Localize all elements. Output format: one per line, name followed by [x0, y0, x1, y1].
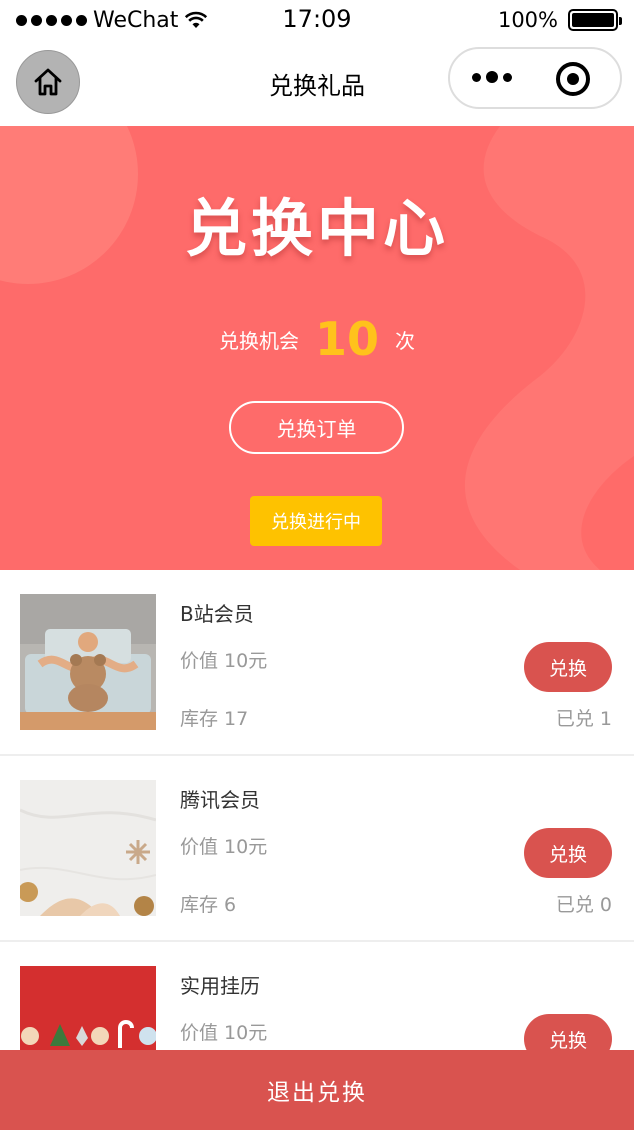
page: WeChat 17:09 100% 兑换礼品 兑换中心 兑换机会 10 次 兑换…	[0, 0, 634, 1130]
close-miniprogram-icon[interactable]	[556, 62, 590, 96]
list-item: B站会员 价值 10元 库存 17 兑换 已兑 1	[0, 570, 634, 756]
capsule-menu	[448, 47, 622, 109]
status-right: 100%	[497, 8, 622, 32]
gift-stock: 库存 6	[180, 894, 237, 916]
chance-label: 兑换机会	[218, 328, 299, 353]
chance-unit: 次	[395, 328, 415, 353]
gift-value: 价值 10元	[180, 1022, 268, 1044]
exchange-status-badge: 兑换进行中	[250, 496, 382, 546]
gift-list: B站会员 价值 10元 库存 17 兑换 已兑 1 腾讯会员 价值 10元 库存…	[0, 570, 634, 1128]
gift-value: 价值 10元	[180, 650, 268, 672]
list-item: 腾讯会员 价值 10元 库存 6 兑换 已兑 0	[0, 756, 634, 942]
redeemed-count: 已兑 1	[555, 708, 612, 730]
exchange-orders-button[interactable]: 兑换订单	[229, 401, 404, 454]
chance-count: 10	[314, 312, 379, 366]
gift-stock: 库存 17	[180, 708, 249, 730]
gift-name: 腾讯会员	[180, 788, 260, 812]
exchange-banner: 兑换中心 兑换机会 10 次 兑换订单 兑换进行中	[0, 126, 634, 570]
redeem-button[interactable]: 兑换	[524, 828, 612, 878]
status-bar: WeChat 17:09 100%	[0, 0, 634, 42]
redeem-button[interactable]: 兑换	[524, 642, 612, 692]
exit-exchange-button[interactable]: 退出兑换	[0, 1050, 634, 1130]
battery-icon	[568, 9, 622, 31]
exchange-chance: 兑换机会 10 次	[0, 312, 634, 366]
battery-percent: 100%	[497, 8, 558, 32]
gift-name: B站会员	[180, 602, 254, 626]
nav-bar: 兑换礼品	[0, 42, 634, 126]
gift-image	[20, 780, 156, 916]
redeemed-count: 已兑 0	[555, 894, 612, 916]
banner-title: 兑换中心	[184, 192, 449, 265]
gift-name: 实用挂历	[180, 974, 260, 998]
gift-value: 价值 10元	[180, 836, 268, 858]
more-icon[interactable]	[472, 71, 512, 83]
gift-image	[20, 594, 156, 730]
